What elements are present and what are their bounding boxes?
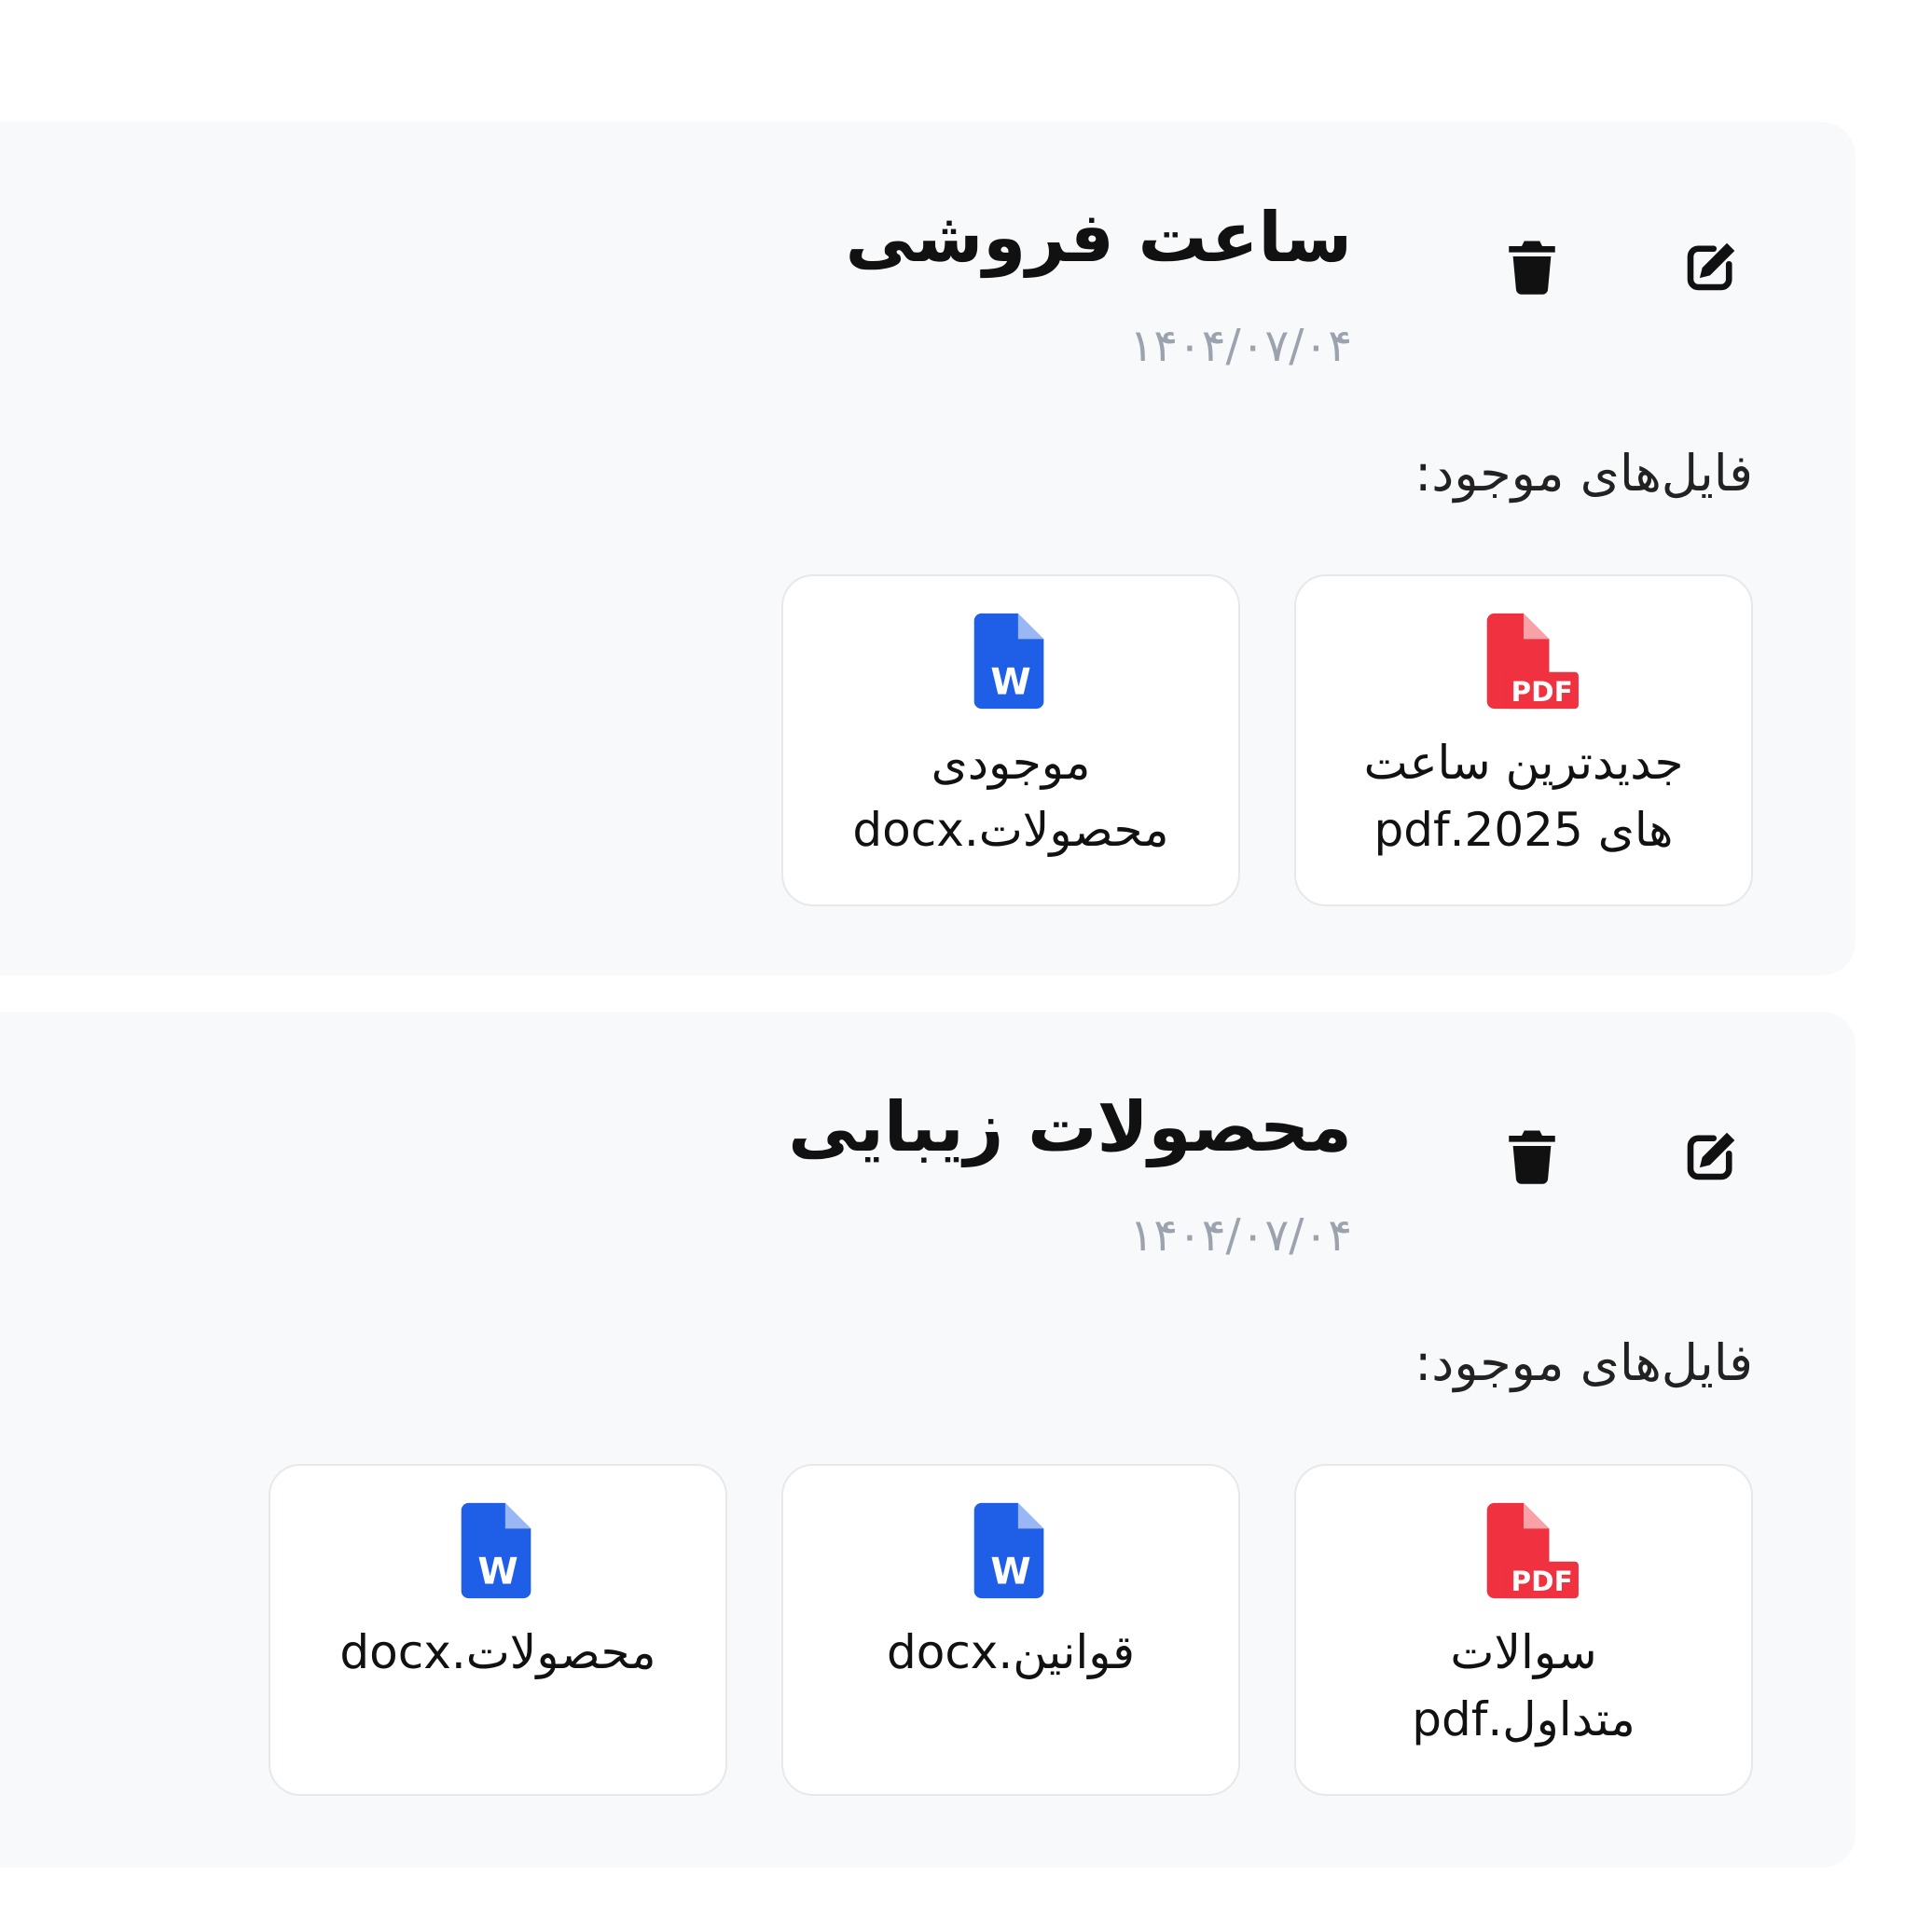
svg-text:W: W — [477, 1551, 518, 1593]
file-tile[interactable]: W محصولات.docx — [269, 1464, 727, 1796]
edit-icon — [1687, 1132, 1735, 1180]
knowledge-card: ساعت فروشی ۱۴۰۴/۰۷/۰۴ فایل‌های موجود: PD… — [0, 122, 1856, 975]
files-label: فایل‌های موجود: — [1414, 444, 1753, 503]
file-name: جدیدترین ساعت های 2025.pdf — [1363, 736, 1684, 857]
knowledge-card: محصولات زیبایی ۱۴۰۴/۰۷/۰۴ فایل‌های موجود… — [0, 1012, 1856, 1868]
file-tile[interactable]: W قوانین.docx — [781, 1464, 1240, 1796]
trash-icon — [1509, 241, 1555, 295]
word-file-icon: W — [973, 613, 1044, 710]
trash-icon — [1509, 1130, 1555, 1184]
word-file-icon: W — [461, 1502, 531, 1599]
file-name: موجودی محصولات.docx — [852, 736, 1169, 857]
pdf-file-icon: PDF — [1486, 613, 1579, 710]
pdf-file-icon: PDF — [1486, 1502, 1579, 1599]
svg-text:PDF: PDF — [1511, 1566, 1573, 1597]
file-tile[interactable]: PDF سوالات متداول.pdf — [1294, 1464, 1753, 1796]
card-title: محصولات زیبایی — [788, 1087, 1352, 1167]
svg-text:W: W — [990, 661, 1030, 703]
file-name: سوالات متداول.pdf — [1412, 1625, 1635, 1746]
file-tile[interactable]: W موجودی محصولات.docx — [781, 574, 1240, 906]
card-date: ۱۴۰۴/۰۷/۰۴ — [1129, 1209, 1352, 1262]
svg-text:W: W — [990, 1551, 1030, 1593]
file-list: PDF جدیدترین ساعت های 2025.pdf W موجودی … — [781, 574, 1753, 906]
edit-button[interactable] — [1669, 1114, 1753, 1198]
word-file-icon: W — [973, 1502, 1044, 1599]
edit-icon — [1687, 242, 1735, 291]
file-name: محصولات.docx — [339, 1625, 656, 1679]
card-title: ساعت فروشی — [845, 198, 1352, 278]
page: ساعت فروشی ۱۴۰۴/۰۷/۰۴ فایل‌های موجود: PD… — [0, 0, 1932, 1932]
file-tile[interactable]: PDF جدیدترین ساعت های 2025.pdf — [1294, 574, 1753, 906]
card-date: ۱۴۰۴/۰۷/۰۴ — [1129, 320, 1352, 372]
svg-text:PDF: PDF — [1511, 676, 1573, 708]
edit-button[interactable] — [1669, 225, 1753, 309]
file-name: قوانین.docx — [886, 1625, 1135, 1679]
delete-button[interactable] — [1490, 1114, 1574, 1198]
files-label: فایل‌های موجود: — [1414, 1333, 1753, 1392]
delete-button[interactable] — [1490, 225, 1574, 309]
file-list: PDF سوالات متداول.pdf W قوانین.docx W مح… — [269, 1464, 1753, 1796]
